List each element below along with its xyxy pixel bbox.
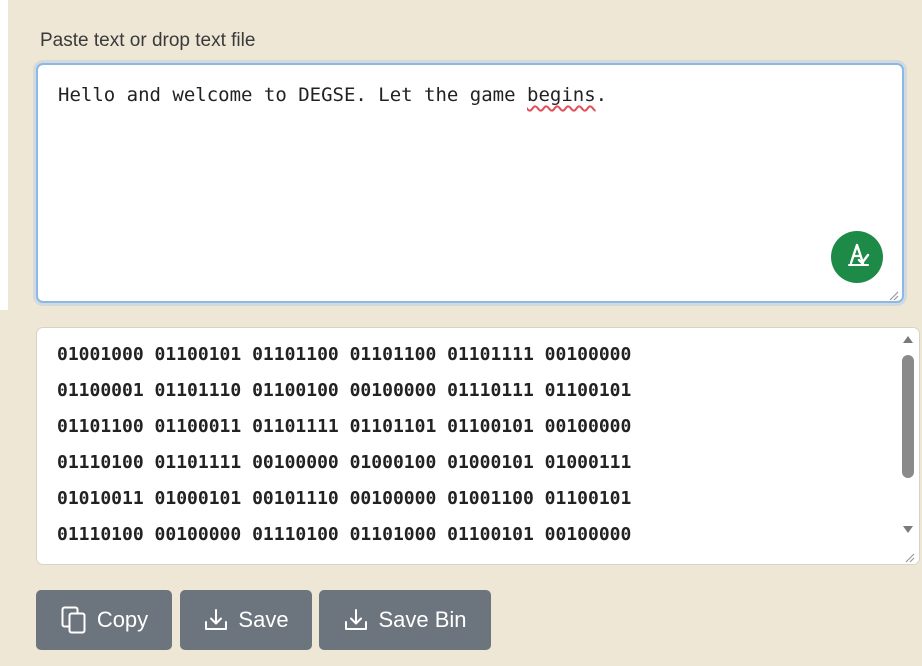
input-text[interactable]: Hello and welcome to DEGSE. Let the game… <box>58 82 607 108</box>
save-button[interactable]: Save <box>180 590 312 650</box>
binary-output-text: 01001000 01100101 01101100 01101100 0110… <box>57 341 631 557</box>
output-line: 01110100 01101111 00100000 01000100 0100… <box>57 452 632 473</box>
output-line: 01001000 01100101 01101100 01101100 0110… <box>57 344 632 365</box>
output-resize-grip-icon[interactable] <box>905 550 915 563</box>
output-line: 01100001 01101110 01100100 00100000 0111… <box>57 380 632 401</box>
output-line: 01110100 00100000 01110100 01101000 0110… <box>57 524 632 545</box>
misspelled-word[interactable]: begins <box>527 84 596 106</box>
input-label: Paste text or drop text file <box>40 30 256 51</box>
binary-output-area[interactable]: 01001000 01100101 01101100 01101100 0110… <box>36 327 920 565</box>
copy-icon <box>60 605 88 635</box>
text-input-area[interactable]: Hello and welcome to DEGSE. Let the game… <box>36 63 904 303</box>
input-text-after: . <box>595 84 608 106</box>
save-bin-button[interactable]: Save Bin <box>319 590 491 650</box>
scroll-thumb[interactable] <box>902 355 914 478</box>
scroll-down-arrow-icon[interactable] <box>903 526 913 533</box>
converter-panel: Paste text or drop text file Hello and w… <box>0 0 922 666</box>
copy-button-label: Copy <box>96 607 149 632</box>
input-text-before: Hello and welcome to DEGSE. Let the game <box>58 84 527 106</box>
save-bin-button-label: Save Bin <box>378 607 467 632</box>
left-edge-strip <box>0 0 8 310</box>
grammar-check-icon <box>844 241 870 274</box>
output-line: 01010011 01000101 00101110 00100000 0100… <box>57 488 632 509</box>
resize-grip-icon[interactable] <box>889 288 899 301</box>
output-scrollbar[interactable] <box>897 328 919 564</box>
grammar-check-button[interactable] <box>831 231 883 283</box>
save-button-label: Save <box>238 607 289 632</box>
copy-button[interactable]: Copy <box>36 590 172 650</box>
download-icon <box>203 607 229 633</box>
scroll-up-arrow-icon[interactable] <box>903 336 913 343</box>
output-line: 01101100 01100011 01101111 01101101 0110… <box>57 416 632 437</box>
download-icon <box>343 607 369 633</box>
